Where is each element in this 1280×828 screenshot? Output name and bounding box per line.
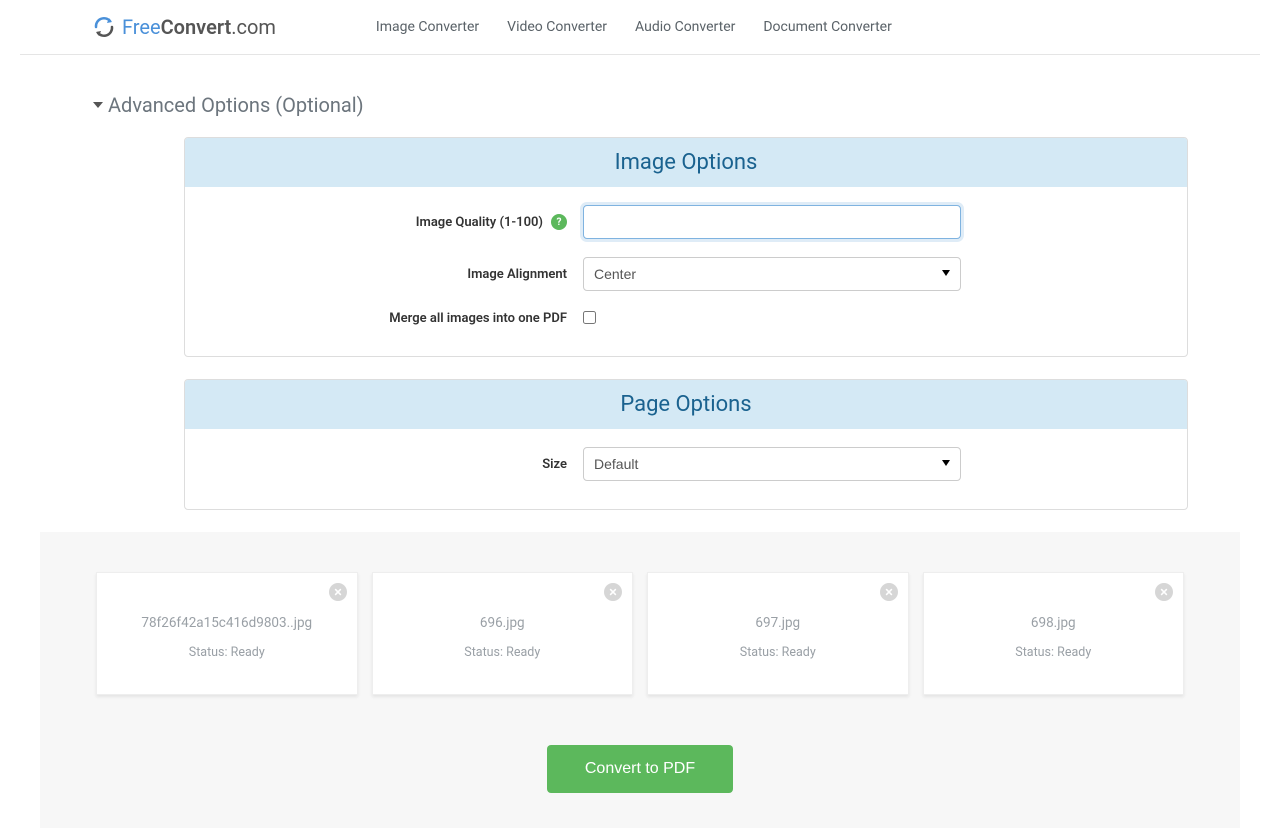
merge-pdf-checkbox[interactable]	[583, 311, 596, 324]
logo-text-convert: Convert	[161, 15, 232, 39]
page-size-select[interactable]: Default	[583, 447, 961, 481]
image-options-panel: Image Options Image Quality (1-100) ? Im…	[184, 137, 1188, 357]
header: FreeConvert.com Image Converter Video Co…	[20, 0, 1260, 55]
convert-button[interactable]: Convert to PDF	[547, 745, 733, 793]
image-quality-label: Image Quality (1-100)	[416, 215, 543, 230]
logo[interactable]: FreeConvert.com	[92, 15, 276, 39]
file-card: 696.jpg Status: Ready	[372, 572, 634, 695]
advanced-options-toggle[interactable]: Advanced Options (Optional)	[92, 93, 1188, 117]
refresh-circle-icon	[92, 15, 116, 39]
page-size-label: Size	[542, 457, 567, 472]
file-grid: 78f26f42a15c416d9803..jpg Status: Ready …	[96, 572, 1184, 695]
file-card: 78f26f42a15c416d9803..jpg Status: Ready	[96, 572, 358, 695]
logo-text-com: .com	[231, 15, 276, 39]
main-content: Advanced Options (Optional) Image Option…	[0, 93, 1280, 510]
merge-pdf-row: Merge all images into one PDF	[203, 309, 1169, 328]
file-status: Status: Ready	[660, 645, 896, 660]
logo-text-free: Free	[122, 15, 161, 39]
file-area: 78f26f42a15c416d9803..jpg Status: Ready …	[40, 532, 1240, 828]
page-options-panel: Page Options Size Default	[184, 379, 1188, 510]
close-icon[interactable]	[880, 583, 898, 601]
image-alignment-label: Image Alignment	[467, 267, 567, 282]
convert-button-wrap: Convert to PDF	[96, 745, 1184, 793]
caret-down-icon	[92, 96, 104, 115]
page-options-heading: Page Options	[185, 380, 1187, 429]
image-options-heading: Image Options	[185, 138, 1187, 187]
file-card: 697.jpg Status: Ready	[647, 572, 909, 695]
nav-audio-converter[interactable]: Audio Converter	[635, 19, 735, 35]
image-quality-row: Image Quality (1-100) ?	[203, 205, 1169, 239]
file-name: 78f26f42a15c416d9803..jpg	[109, 615, 345, 631]
file-status: Status: Ready	[109, 645, 345, 660]
main-nav: Image Converter Video Converter Audio Co…	[376, 19, 892, 35]
close-icon[interactable]	[604, 583, 622, 601]
image-alignment-row: Image Alignment Center	[203, 257, 1169, 291]
file-name: 696.jpg	[385, 615, 621, 631]
advanced-options-title: Advanced Options (Optional)	[108, 93, 364, 117]
nav-video-converter[interactable]: Video Converter	[507, 19, 607, 35]
close-icon[interactable]	[329, 583, 347, 601]
close-icon[interactable]	[1155, 583, 1173, 601]
image-alignment-select[interactable]: Center	[583, 257, 961, 291]
page-options-body: Size Default	[185, 429, 1187, 509]
file-status: Status: Ready	[936, 645, 1172, 660]
page-size-row: Size Default	[203, 447, 1169, 481]
file-name: 698.jpg	[936, 615, 1172, 631]
file-card: 698.jpg Status: Ready	[923, 572, 1185, 695]
file-name: 697.jpg	[660, 615, 896, 631]
image-quality-input[interactable]	[583, 205, 961, 239]
file-status: Status: Ready	[385, 645, 621, 660]
nav-image-converter[interactable]: Image Converter	[376, 19, 479, 35]
nav-document-converter[interactable]: Document Converter	[763, 19, 891, 35]
image-options-body: Image Quality (1-100) ? Image Alignment …	[185, 187, 1187, 356]
merge-pdf-label: Merge all images into one PDF	[389, 311, 567, 326]
help-icon[interactable]: ?	[551, 214, 567, 230]
